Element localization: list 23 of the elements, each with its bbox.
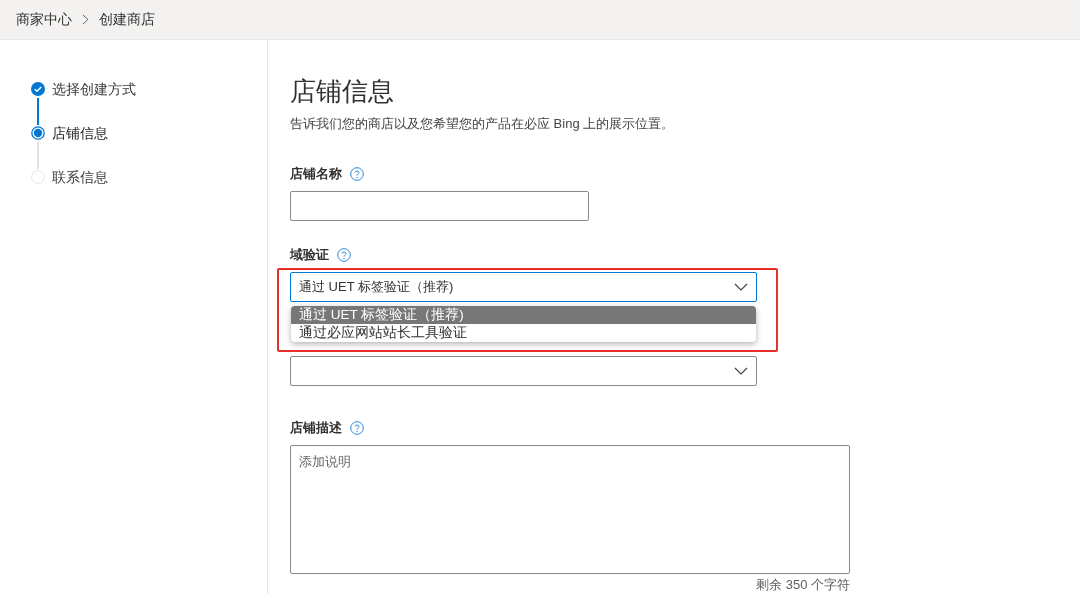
dropdown-option[interactable]: 通过 UET 标签验证（推荐) [291,306,756,324]
chevron-down-icon [734,283,748,291]
character-counter: 剩余 350 个字符 [755,576,850,594]
help-icon [337,248,351,262]
text-field[interactable] [290,191,589,221]
help-icon [350,421,364,435]
text-area[interactable]: 添加说明 [290,445,850,574]
dropdown-option[interactable]: 通过必应网站站长工具验证 [291,324,756,342]
help-icon [350,167,364,181]
dropdown[interactable] [290,356,757,386]
page-title: 店铺信息 [290,75,395,107]
field-label: 店铺描述 [290,419,342,437]
dropdown[interactable]: 通过 UET 标签验证（推荐) [290,272,757,302]
step-label[interactable]: 店铺信息 [52,125,108,169]
field-label: 店铺名称 [290,165,342,183]
step-label[interactable]: 联系信息 [52,169,108,213]
breadcrumb-link[interactable]: 创建商店 [99,10,155,29]
page-description: 告诉我们您的商店以及您希望您的产品在必应 Bing 上的展示位置。 [290,115,676,133]
breadcrumb-link[interactable]: 商家中心 [16,10,72,29]
field-label: 域验证 [290,246,329,264]
chevron-down-icon [734,367,748,375]
step-label[interactable]: 选择创建方式 [52,81,136,125]
chevron-right-icon [82,14,89,25]
